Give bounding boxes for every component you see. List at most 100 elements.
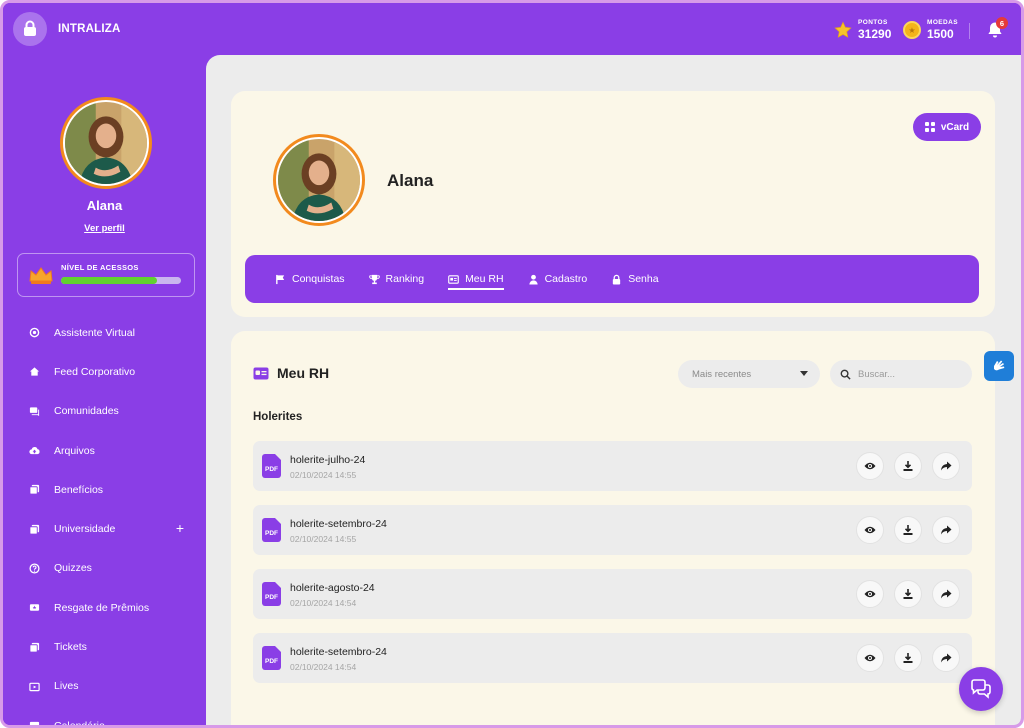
sort-selected-value: Mais recentes: [692, 368, 752, 380]
search-input[interactable]: [858, 368, 958, 380]
file-row: PDF holerite-julho-24 02/10/2024 14:55: [253, 441, 972, 491]
file-date: 02/10/2024 14:54: [290, 598, 357, 608]
coins-value: 1500: [927, 27, 954, 42]
share-arrow-icon: [941, 653, 952, 663]
coin-icon: ★: [903, 21, 921, 39]
sidebar-item-label: Tickets: [54, 641, 87, 654]
search-field[interactable]: [830, 360, 972, 388]
tab-label: Meu RH: [465, 273, 504, 285]
docs-icon: [29, 524, 40, 535]
share-button[interactable]: [932, 452, 960, 480]
section-title: Meu RH: [277, 365, 330, 381]
tab-label: Senha: [628, 273, 659, 285]
access-level-card: NÍVEL DE ACESSOS: [17, 253, 195, 297]
chat-button[interactable]: [959, 667, 1003, 711]
download-button[interactable]: [894, 516, 922, 544]
view-button[interactable]: [856, 452, 884, 480]
eye-icon: [864, 526, 876, 534]
file-date: 02/10/2024 14:55: [290, 534, 357, 544]
question-icon: [29, 563, 40, 574]
svg-text:PDF: PDF: [265, 594, 278, 601]
chat-bubbles-icon: [971, 679, 991, 699]
file-row: PDF holerite-agosto-24 02/10/2024 14:54: [253, 569, 972, 619]
download-icon: [903, 653, 913, 663]
home-icon: [29, 367, 40, 377]
view-profile-link[interactable]: Ver perfil: [3, 223, 206, 234]
caret-down-icon: [800, 371, 808, 376]
file-date: 02/10/2024 14:55: [290, 470, 357, 480]
share-button[interactable]: [932, 580, 960, 608]
sidebar-item-label: Comunidades: [54, 405, 119, 418]
sidebar-item-lives[interactable]: Lives: [3, 667, 206, 706]
tab-label: Conquistas: [292, 273, 345, 285]
pdf-icon: PDF: [262, 582, 281, 606]
accessibility-button[interactable]: [984, 351, 1014, 381]
crown-icon: [29, 267, 53, 284]
access-level-label: NÍVEL DE ACESSOS: [61, 263, 139, 272]
download-icon: [903, 589, 913, 599]
file-name[interactable]: holerite-agosto-24: [290, 582, 375, 594]
vcard-label: vCard: [940, 121, 970, 133]
pdf-icon: PDF: [262, 646, 281, 670]
share-button[interactable]: [932, 644, 960, 672]
file-name[interactable]: holerite-setembro-24: [290, 518, 387, 530]
view-button[interactable]: [856, 516, 884, 544]
meu-rh-card: Meu RH Mais recentes Holerites PDF holer…: [231, 331, 995, 725]
sidebar-item-assistente-virtual[interactable]: Assistente Virtual: [3, 313, 206, 352]
file-name[interactable]: holerite-setembro-24: [290, 646, 387, 658]
sidebar-item-feed-corporativo[interactable]: Feed Corporativo: [3, 352, 206, 391]
sidebar-item-universidade[interactable]: Universidade +: [3, 509, 206, 548]
sidebar: Alana Ver perfil NÍVEL DE ACESSOS Assist…: [3, 55, 206, 725]
download-button[interactable]: [894, 580, 922, 608]
chat-icon: [29, 407, 40, 416]
share-button[interactable]: [932, 516, 960, 544]
download-button[interactable]: [894, 452, 922, 480]
sidebar-item-calendario[interactable]: Calendário: [3, 706, 206, 725]
profile-card: vCard Alana Conquistas Ranking Meu RH Ca…: [231, 91, 995, 317]
grid-icon: [924, 122, 935, 132]
profile-tabs: Conquistas Ranking Meu RH Cadastro Senha: [245, 255, 979, 303]
file-name[interactable]: holerite-julho-24: [290, 454, 365, 466]
download-icon: [903, 461, 913, 471]
tab-meu-rh[interactable]: Meu RH: [448, 255, 504, 303]
download-button[interactable]: [894, 644, 922, 672]
tab-conquistas[interactable]: Conquistas: [275, 255, 345, 303]
sidebar-item-beneficios[interactable]: Benefícios: [3, 470, 206, 509]
sidebar-item-arquivos[interactable]: Arquivos: [3, 431, 206, 470]
file-row: PDF holerite-setembro-24 02/10/2024 14:5…: [253, 633, 972, 683]
ticket-icon: [29, 604, 40, 611]
sidebar-item-label: Lives: [54, 680, 79, 693]
expand-plus-icon[interactable]: +: [176, 521, 184, 535]
file-row: PDF holerite-setembro-24 02/10/2024 14:5…: [253, 505, 972, 555]
top-bar: INTRALIZA PONTOS 31290 ★ MOEDAS 1500 6: [3, 3, 1021, 55]
coins-label: MOEDAS: [927, 18, 958, 26]
points-counter[interactable]: PONTOS 31290: [834, 16, 891, 44]
view-button[interactable]: [856, 580, 884, 608]
sidebar-item-label: Arquivos: [54, 444, 95, 457]
sidebar-item-resgate-de-premios[interactable]: Resgate de Prêmios: [3, 588, 206, 627]
search-icon: [840, 369, 851, 380]
points-label: PONTOS: [858, 18, 888, 26]
sidebar-item-comunidades[interactable]: Comunidades: [3, 392, 206, 431]
vcard-button[interactable]: vCard: [913, 113, 981, 141]
coins-counter[interactable]: ★ MOEDAS 1500: [903, 16, 958, 44]
access-level-fill: [61, 277, 157, 284]
tab-senha[interactable]: Senha: [611, 255, 659, 303]
user-icon: [528, 274, 538, 285]
sidebar-item-quizzes[interactable]: Quizzes: [3, 549, 206, 588]
tab-ranking[interactable]: Ranking: [368, 255, 424, 303]
view-button[interactable]: [856, 644, 884, 672]
tab-cadastro[interactable]: Cadastro: [528, 255, 587, 303]
cloud-upload-icon: [29, 447, 40, 455]
video-icon: [29, 682, 40, 692]
sort-select[interactable]: Mais recentes: [678, 360, 820, 388]
trophy-icon: [368, 274, 380, 284]
sign-language-icon: [994, 360, 1005, 371]
sidebar-avatar[interactable]: [60, 97, 152, 189]
user-photo-icon: [65, 102, 147, 184]
brand-name: INTRALIZA: [58, 23, 121, 35]
download-icon: [903, 525, 913, 535]
sidebar-item-tickets[interactable]: Tickets: [3, 627, 206, 666]
eye-icon: [864, 590, 876, 598]
topbar-divider: [969, 23, 970, 39]
